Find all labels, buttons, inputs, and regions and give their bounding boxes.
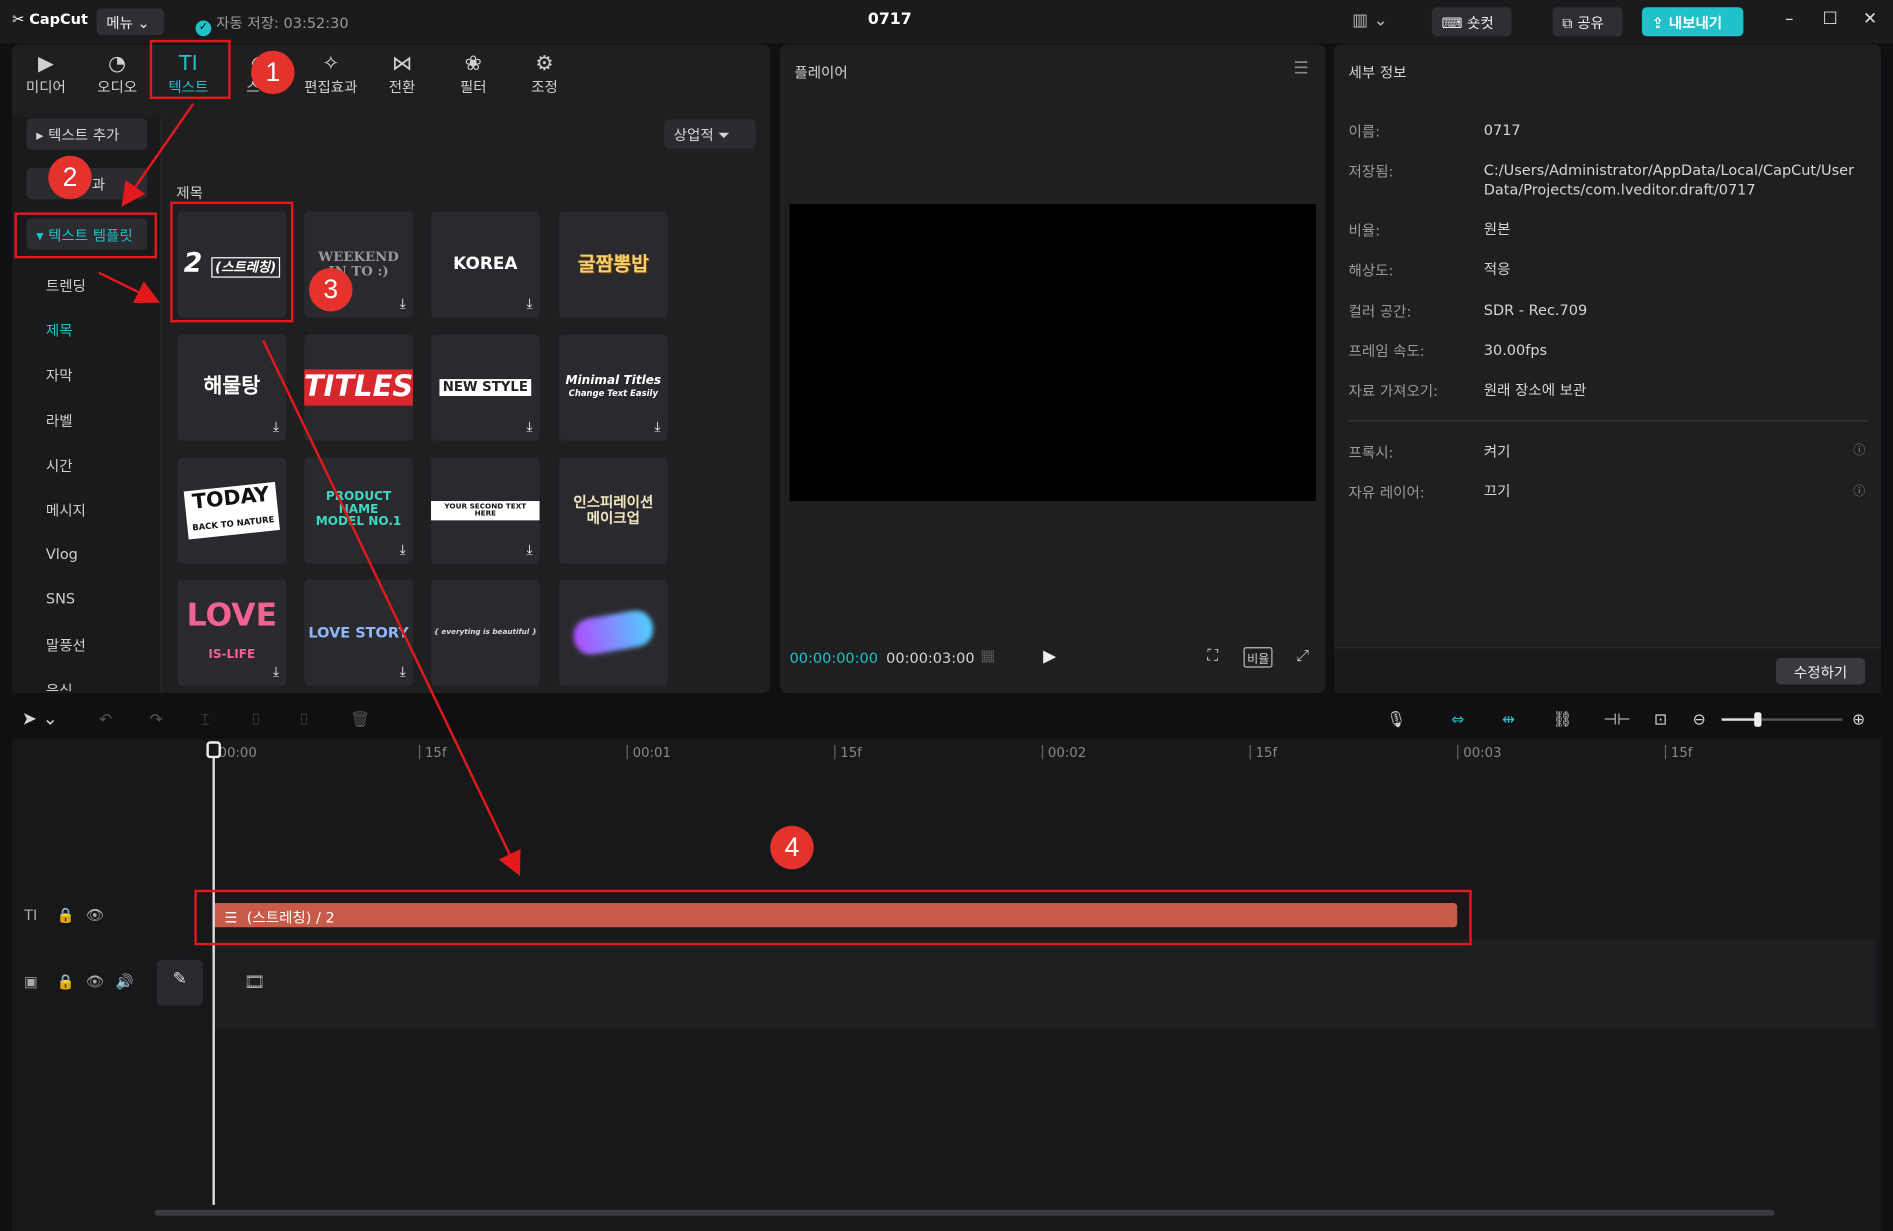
step-badge-2: 2 xyxy=(48,155,92,200)
step-badge-4: 4 xyxy=(770,825,814,870)
capcut-window: ✂ CapCut 메뉴 ⌄ ✓ 자동 저장: 03:52:30 0717 ▥ ⌄ … xyxy=(0,0,1893,1231)
annotation-arrows xyxy=(98,103,521,877)
step-badge-1: 1 xyxy=(251,50,295,95)
step-badge-3: 3 xyxy=(309,268,353,312)
